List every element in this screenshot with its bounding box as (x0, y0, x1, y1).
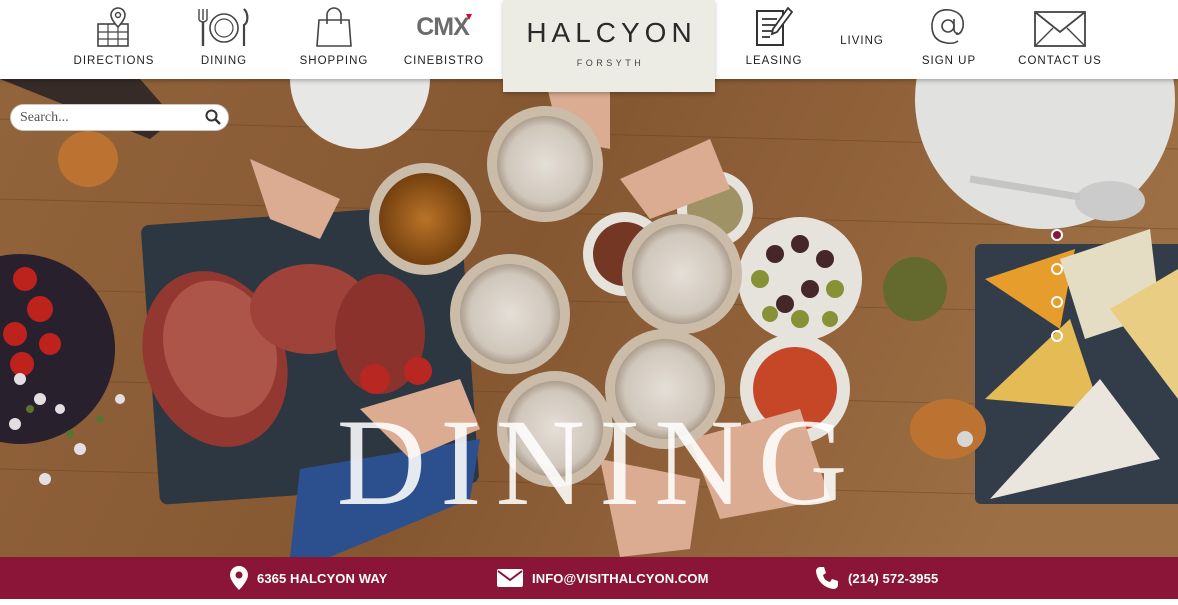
nav-item-leasing[interactable]: LEASING (740, 0, 808, 79)
hero-title: DINING (336, 394, 862, 531)
nav-label: DINING (200, 55, 248, 67)
email-link[interactable]: INFO@VISITHALCYON.COM (497, 557, 709, 599)
nav-item-living[interactable]: LIVING (836, 0, 888, 79)
nav-item-sign-up[interactable]: SIGN UP (918, 0, 980, 79)
slide-dot-1[interactable] (1051, 229, 1063, 241)
nav-label: SIGN UP (921, 55, 977, 67)
search-box (10, 104, 229, 131)
search-input[interactable] (20, 108, 200, 127)
envelope-icon (1033, 0, 1087, 48)
contact-bar: 6365 HALCYON WAY INFO@VISITHALCYON.COM (… (0, 557, 1178, 599)
address-text: 6365 HALCYON WAY (257, 570, 388, 586)
nav-item-contact-us[interactable]: CONTACT US (1016, 0, 1104, 79)
nav-item-shopping[interactable]: SHOPPING (298, 0, 370, 79)
map-pin-icon (96, 0, 132, 48)
logo-main-text: HALCYON (526, 17, 697, 48)
nav-label: SHOPPING (299, 55, 369, 67)
nav-label: CINEBISTRO (403, 55, 485, 67)
email-icon (497, 569, 523, 587)
email-text: INFO@VISITHALCYON.COM (532, 570, 709, 586)
nav-item-directions[interactable]: DIRECTIONS (72, 0, 156, 79)
nav-item-cinebistro[interactable]: CMX CINEBISTRO (402, 0, 486, 79)
halcyon-logo[interactable]: HALCYON FORSYTH (503, 0, 715, 92)
phone-link[interactable]: (214) 572-3955 (815, 557, 938, 599)
bottom-strip (0, 599, 1178, 605)
at-sign-icon (929, 0, 969, 48)
logo-sub-text: FORSYTH (576, 58, 645, 68)
cmx-accent-mark (465, 14, 472, 20)
nav-item-dining[interactable]: DINING (194, 0, 254, 79)
cmx-logo-text: CMX (416, 13, 470, 41)
phone-icon (816, 567, 838, 589)
nav-label: DIRECTIONS (73, 55, 155, 67)
nav-label: CONTACT US (1018, 55, 1102, 67)
nav-label: LEASING (745, 55, 803, 67)
slide-dot-3[interactable] (1051, 296, 1063, 308)
map-marker-icon (230, 566, 248, 590)
fork-plate-knife-icon (198, 0, 250, 48)
slide-dot-2[interactable] (1051, 262, 1063, 275)
slider-pagination (1051, 229, 1063, 363)
search-icon[interactable] (205, 109, 221, 125)
shopping-bag-icon (315, 0, 353, 48)
address-link[interactable]: 6365 HALCYON WAY (230, 557, 387, 599)
document-pen-icon (755, 0, 793, 48)
slide-dot-4[interactable] (1051, 329, 1063, 342)
hero-slider: DINING (0, 79, 1178, 557)
nav-label: LIVING (840, 35, 884, 47)
cmx-logo-icon: CMX (416, 0, 472, 48)
phone-text: (214) 572-3955 (848, 570, 939, 586)
